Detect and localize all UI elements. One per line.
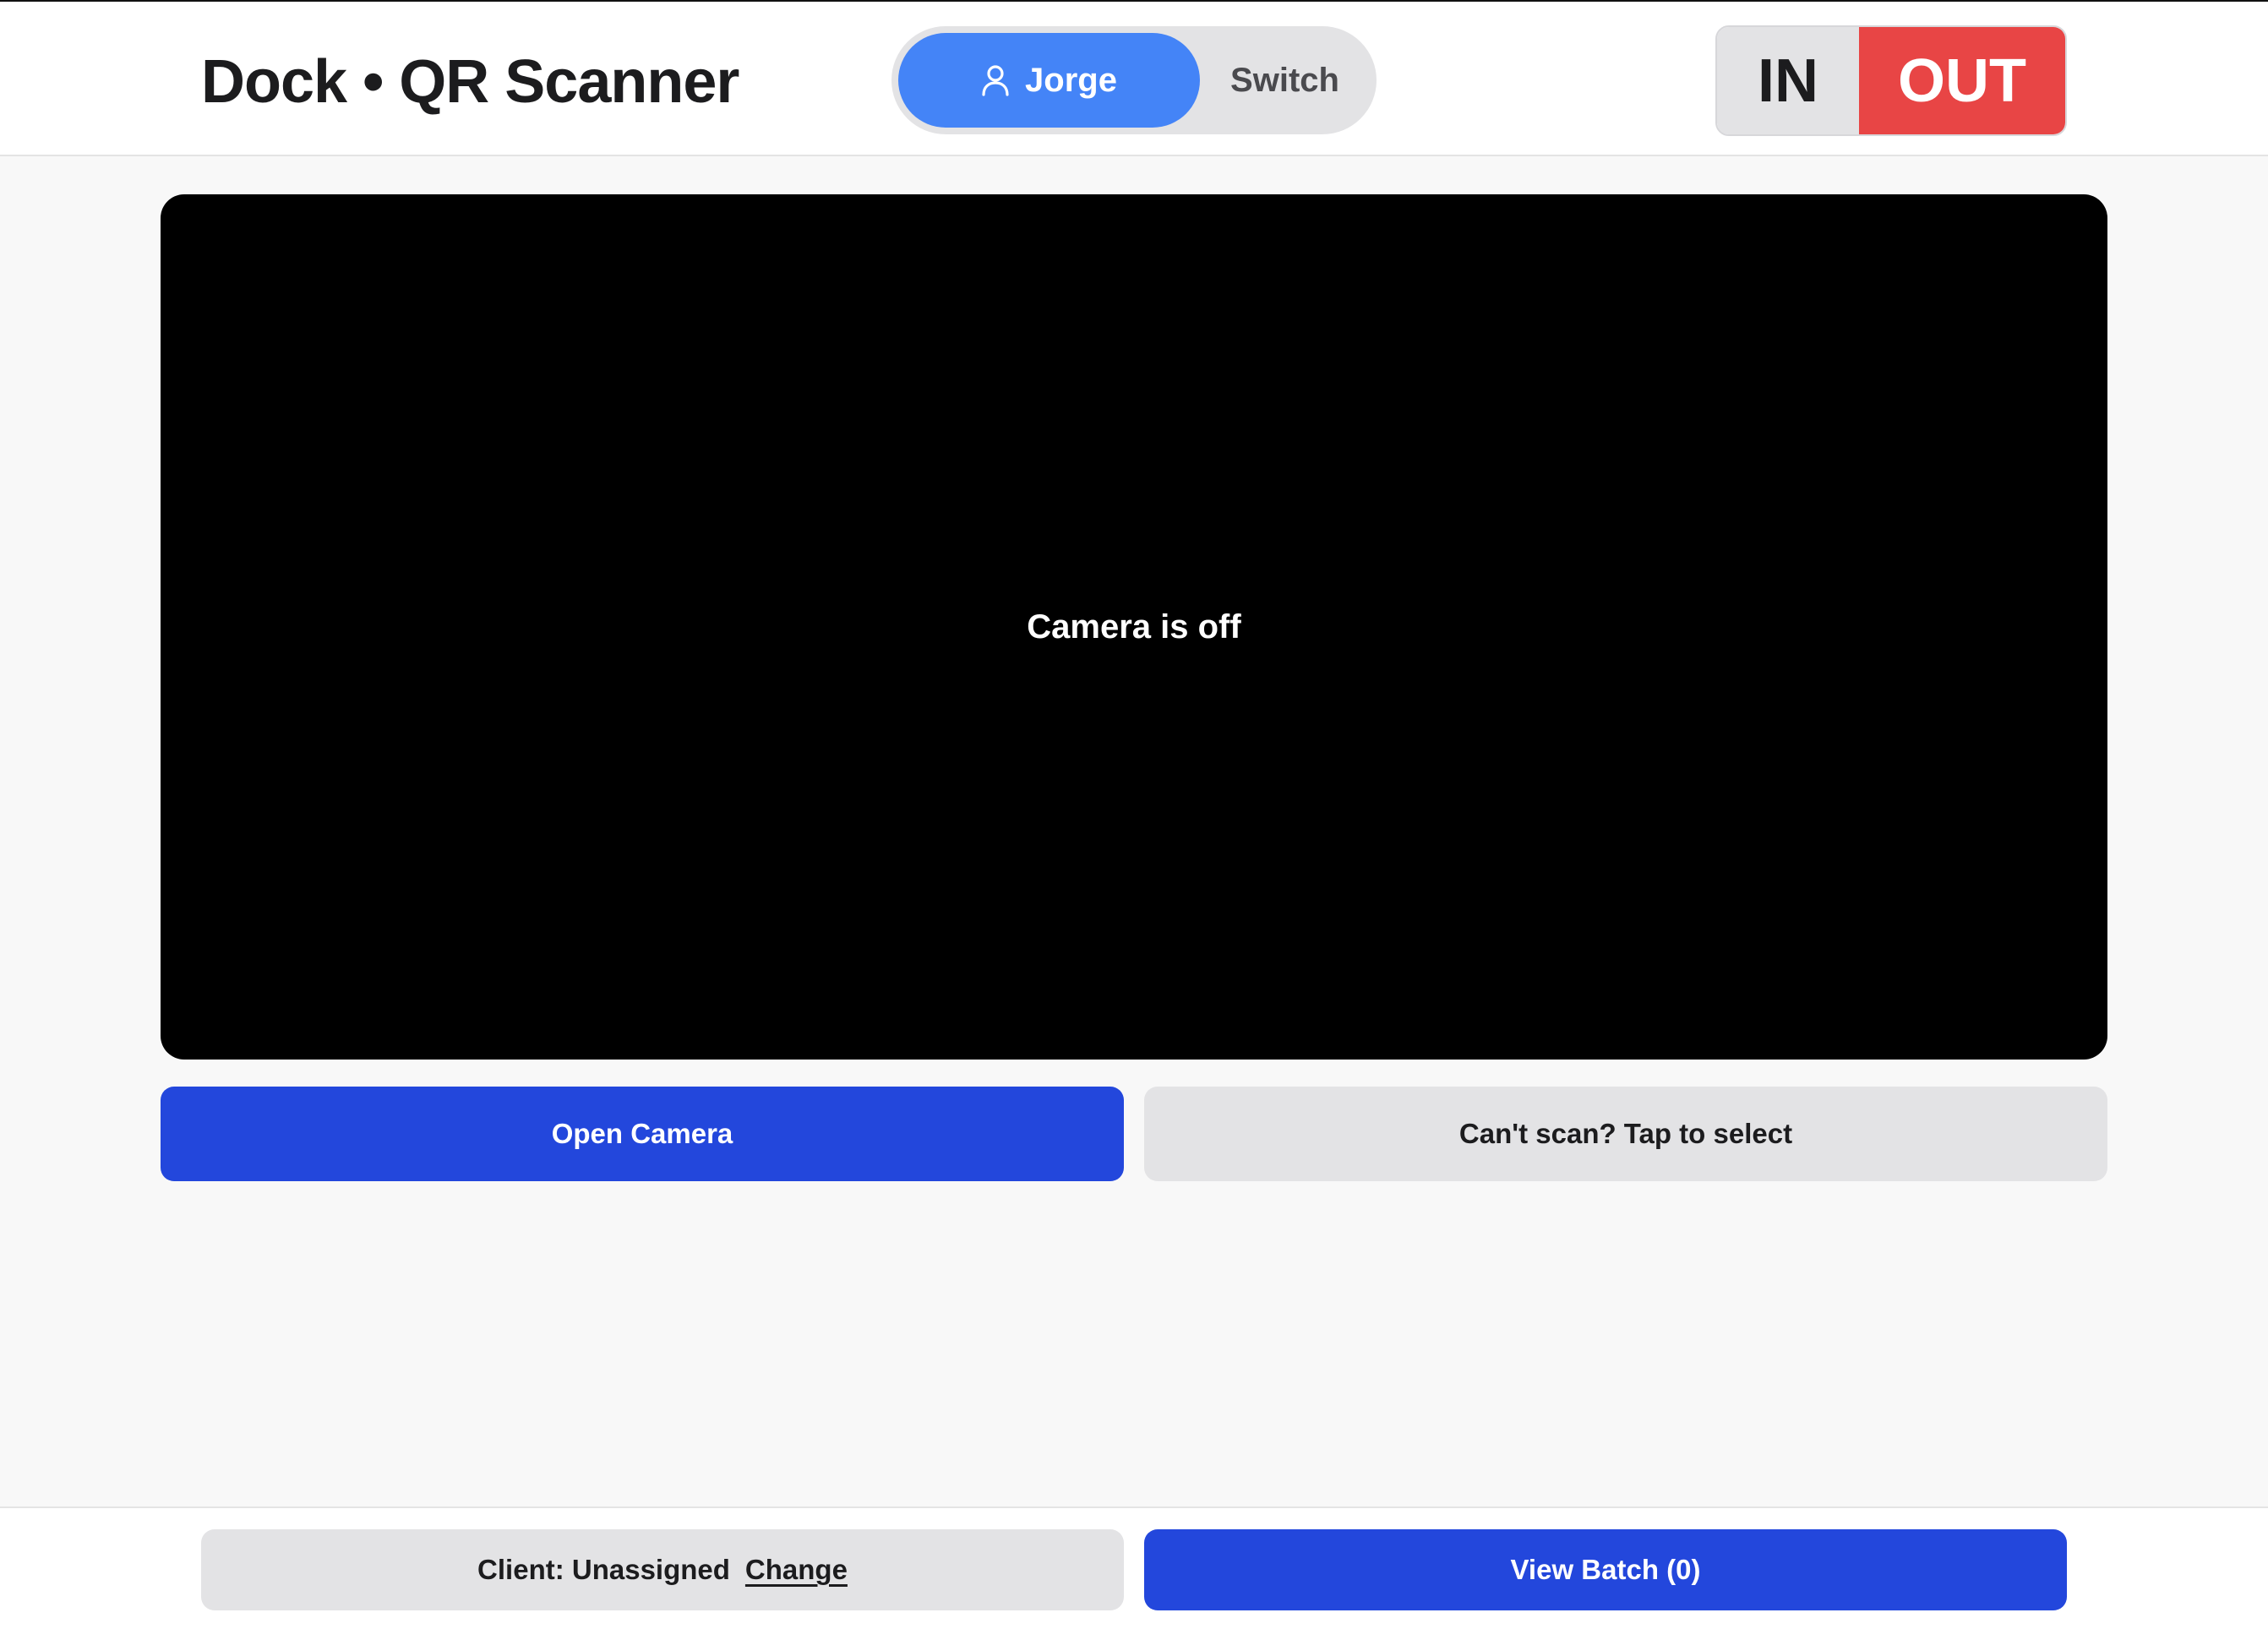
view-batch-button[interactable]: View Batch (0): [1144, 1529, 2067, 1610]
current-user-button[interactable]: Jorge: [898, 33, 1200, 128]
client-label: Client: Unassigned: [477, 1554, 730, 1585]
app-root: Dock • QR Scanner Jorge Switch IN OUT Ca…: [0, 0, 2268, 1629]
manual-select-button[interactable]: Can't scan? Tap to select: [1144, 1087, 2107, 1181]
current-user-name: Jorge: [1025, 62, 1117, 99]
top-bar: Dock • QR Scanner Jorge Switch IN OUT: [0, 2, 2268, 156]
direction-out-button[interactable]: OUT: [1859, 27, 2065, 134]
open-camera-button[interactable]: Open Camera: [161, 1087, 1124, 1181]
camera-preview: Camera is off: [161, 194, 2107, 1060]
direction-toggle: IN OUT: [1715, 25, 2067, 136]
user-switcher: Jorge Switch: [891, 26, 1377, 134]
camera-status-text: Camera is off: [1027, 608, 1241, 646]
page-title: Dock • QR Scanner: [201, 48, 739, 116]
bottom-bar: Client: Unassigned Change View Batch (0): [0, 1506, 2268, 1629]
direction-in-button[interactable]: IN: [1717, 27, 1859, 134]
client-selector: Client: Unassigned Change: [201, 1529, 1124, 1610]
user-icon: [981, 64, 1010, 96]
change-client-link[interactable]: Change: [745, 1554, 848, 1586]
switch-user-button[interactable]: Switch: [1200, 33, 1370, 128]
scan-actions: Open Camera Can't scan? Tap to select: [161, 1087, 2107, 1181]
